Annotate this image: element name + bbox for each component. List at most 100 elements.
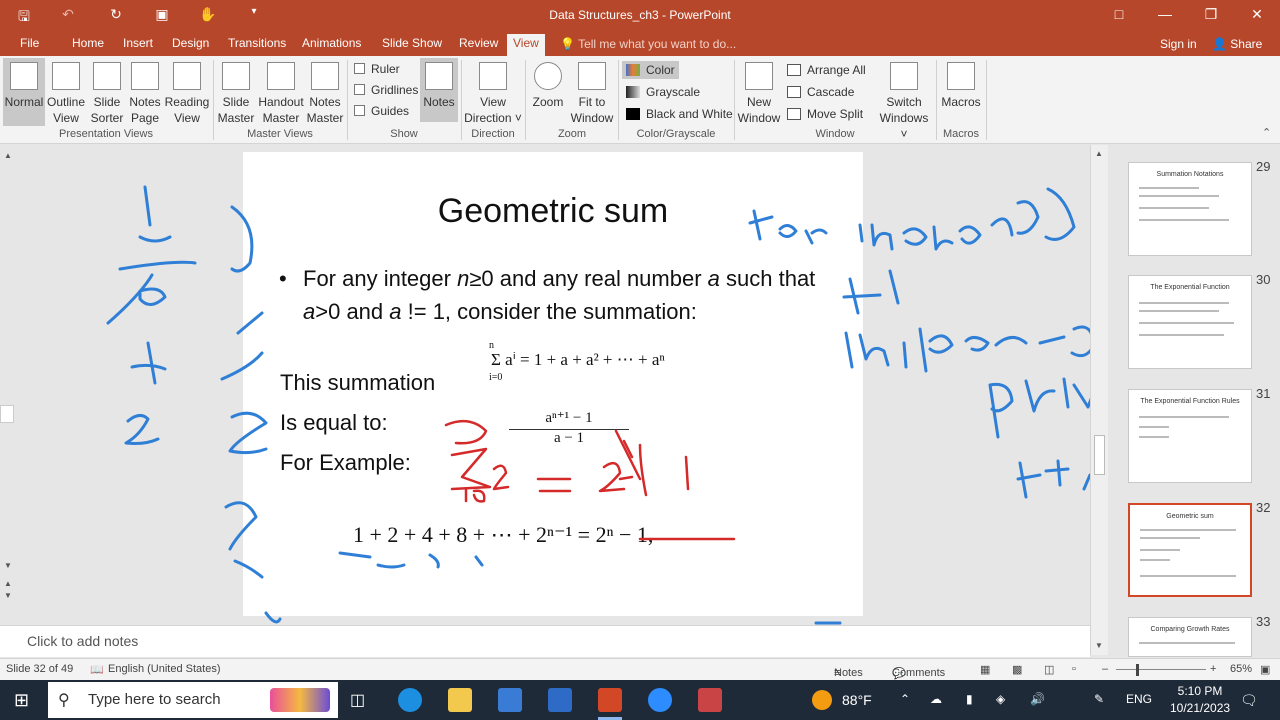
share-button[interactable]: 👤 Share [1212,37,1262,51]
file-explorer-icon[interactable] [448,688,472,712]
macros-button[interactable]: Macros [938,58,984,110]
tab-view[interactable]: View [507,34,545,56]
mail-icon[interactable] [548,688,572,712]
zoom-app-icon[interactable] [648,688,672,712]
zoom-slider-thumb[interactable] [1136,664,1139,676]
onedrive-icon[interactable]: ☁ [930,692,942,706]
zoom-level[interactable]: 65% [1230,663,1252,675]
move-split-button[interactable]: Move Split [787,107,863,121]
edge-browser-icon[interactable] [398,688,422,712]
new-window-button[interactable]: New Window [735,58,783,126]
view-direction-button[interactable]: View Direction ˅ [462,58,524,126]
slide-line-example[interactable]: For Example: [280,450,411,476]
pen-icon[interactable]: ✎ [1094,692,1104,706]
zoom-button[interactable]: Zoom [527,58,569,110]
arrange-all-button[interactable]: Arrange All [787,63,866,77]
network-icon[interactable]: ◈ [996,692,1005,706]
collapse-ribbon-icon[interactable]: ⌃ [1262,126,1271,139]
tray-chevron-icon[interactable]: ⌃ [900,692,910,706]
slide-sorter-status-icon[interactable]: ▩ [1012,663,1022,676]
microsoft-store-icon[interactable] [498,688,522,712]
tab-home[interactable]: Home [68,36,108,50]
thumbnail-slide-32[interactable]: Geometric sum [1128,503,1252,597]
input-language[interactable]: ENG [1126,692,1152,706]
thumbnail-slide-29[interactable]: Summation Notations [1128,162,1252,256]
group-label-zoom: Zoom [557,128,587,140]
powerpoint-icon[interactable] [598,688,622,712]
slide-line-equal[interactable]: Is equal to: [280,410,388,436]
grayscale-button[interactable]: Grayscale [626,85,700,99]
tab-file[interactable]: File [16,36,43,50]
color-button[interactable]: Color [622,61,679,79]
tab-design[interactable]: Design [168,36,213,50]
summation-formula: Σ aⁱ = 1 + a + a² + ⋯ + aⁿ [491,350,665,369]
thumbnail-scrollbar[interactable]: ▲ ▼ [1090,145,1108,655]
scroll-down-arrow-icon[interactable]: ▼ [4,561,12,570]
notification-icon[interactable]: 🗨 [1240,692,1258,709]
ruler-checkbox[interactable]: Ruler [354,62,400,76]
ribbon-display-icon[interactable]: □ [1104,6,1134,22]
battery-icon[interactable]: ▮ [966,692,973,706]
tab-review[interactable]: Review [455,36,502,50]
guides-checkbox[interactable]: Guides [354,104,409,118]
fit-slide-icon[interactable]: ▣ [1260,663,1270,676]
scroll-up-arrow-icon[interactable]: ▲ [4,151,12,160]
volume-icon[interactable]: 🔊 [1030,692,1045,706]
weather-temp[interactable]: 88°F [842,692,872,708]
slide-number: 31 [1256,386,1271,401]
scroll-thumb[interactable] [0,405,14,423]
new-window-icon [745,62,773,90]
windows-start-icon[interactable]: ⊞ [14,690,29,711]
handout-master-button[interactable]: Handout Master [256,58,306,126]
notes-pane[interactable]: Click to add notes [0,625,1090,657]
maximize-icon[interactable]: ❐ [1196,6,1226,23]
reading-view-status-icon[interactable]: ◫ [1044,663,1054,676]
system-clock[interactable]: 5:10 PM 10/21/2023 [1170,683,1230,717]
scroll-up-arrow-icon[interactable]: ▲ [1095,149,1103,158]
thumbnail-slide-31[interactable]: The Exponential Function Rules [1128,389,1252,483]
normal-view-button[interactable]: Normal [3,58,45,126]
sign-in-link[interactable]: Sign in [1160,37,1197,51]
previous-slide-icon[interactable]: ▲ [4,579,12,588]
current-slide[interactable]: Geometric sum • For any integer n≥0 and … [243,152,863,616]
slide-sorter-button[interactable]: Slide Sorter [87,58,127,126]
notes-placeholder[interactable]: Click to add notes [27,633,138,649]
notes-master-button[interactable]: Notes Master [304,58,346,126]
slide-line-summation[interactable]: This summation [280,370,435,396]
weather-sun-icon[interactable] [812,690,832,710]
gridlines-checkbox[interactable]: Gridlines [354,83,418,97]
tab-animations[interactable]: Animations [298,36,365,50]
next-slide-icon[interactable]: ▼ [4,591,12,600]
slide-title[interactable]: Geometric sum [243,192,863,231]
zoom-slider-track[interactable] [1116,669,1206,670]
normal-view-status-icon[interactable]: ▦ [980,663,990,676]
scroll-down-arrow-icon[interactable]: ▼ [1095,641,1103,650]
zoom-out-icon[interactable]: – [1102,663,1108,675]
language-indicator[interactable]: English (United States) [108,663,221,675]
zoom-in-icon[interactable]: + [1210,663,1216,675]
reading-view-button[interactable]: Reading View [163,58,211,126]
notes-page-button[interactable]: Notes Page [127,58,163,126]
snipping-app-icon[interactable] [698,688,722,712]
black-and-white-button[interactable]: Black and White [626,107,733,121]
tell-me-box[interactable]: 💡 Tell me what you want to do... [560,37,736,51]
close-icon[interactable]: ✕ [1242,6,1272,23]
tab-transitions[interactable]: Transitions [224,36,290,50]
notes-toggle-button[interactable]: Notes [420,58,458,122]
slideshow-status-icon[interactable]: ▫ [1072,663,1076,675]
slide-bullet[interactable]: • For any integer n≥0 and any real numbe… [279,262,839,328]
tab-slide-show[interactable]: Slide Show [378,36,446,50]
outline-view-button[interactable]: Outline View [45,58,87,126]
thumbnail-slide-30[interactable]: The Exponential Function [1128,275,1252,369]
slide-master-button[interactable]: Slide Master [214,58,258,126]
task-view-icon[interactable]: ◫ [350,690,365,710]
fit-to-window-button[interactable]: Fit to Window [569,58,615,126]
cascade-button[interactable]: Cascade [787,85,854,99]
thumbnail-slide-33[interactable]: Comparing Growth Rates [1128,617,1252,657]
taskbar-search-box[interactable]: ⚲ Type here to search [48,682,338,718]
spelling-icon[interactable]: 📖 [90,663,104,676]
minimize-icon[interactable]: — [1150,6,1180,22]
scroll-thumb[interactable] [1094,435,1105,475]
normal-view-icon [10,62,38,90]
tab-insert[interactable]: Insert [119,36,157,50]
